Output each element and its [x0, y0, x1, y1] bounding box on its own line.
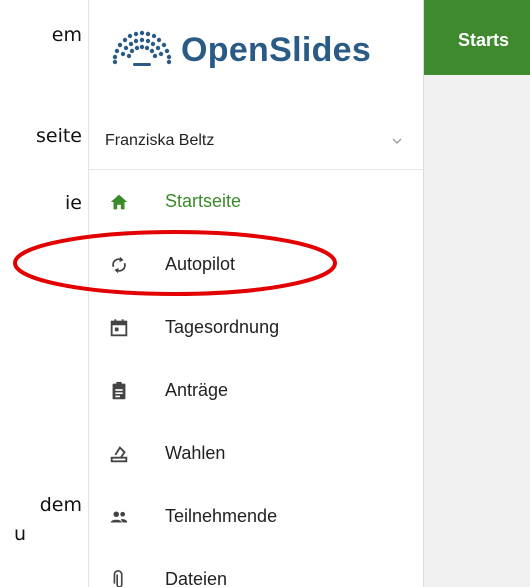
nav-item-teilnehmende[interactable]: Teilnehmende: [89, 485, 425, 548]
sync-icon: [107, 253, 131, 277]
nav-item-label: Wahlen: [165, 443, 226, 463]
nav-item-tagesordnung[interactable]: Tagesordnung: [89, 296, 425, 359]
top-bar: Starts: [424, 0, 530, 75]
home-icon: [107, 190, 131, 214]
app-logo[interactable]: OpenSlides: [89, 0, 425, 100]
nav-item-dateien[interactable]: Dateien: [89, 548, 425, 587]
nav-item-wahlen[interactable]: Wahlen: [89, 422, 425, 485]
nav-item-label: Autopilot: [165, 254, 236, 274]
doc-line: em: [51, 24, 82, 46]
nav-item-label: Anträge: [165, 380, 229, 400]
nav-item-label: Dateien: [165, 569, 228, 587]
doc-line: dem: [39, 494, 82, 516]
nav-item-label: Tagesordnung: [165, 317, 280, 337]
nav-item-autopilot[interactable]: Autopilot: [89, 233, 425, 296]
brand-name: OpenSlides: [181, 30, 372, 69]
nav-item-label: Teilnehmende: [165, 506, 278, 526]
main-navigation: Startseite Autopilot Tagesordnung Anträg…: [89, 170, 425, 587]
clipboard-icon: [107, 379, 131, 403]
doc-line: seite: [35, 125, 82, 147]
nav-item-label: Startseite: [165, 191, 242, 211]
nav-item-startseite[interactable]: Startseite: [89, 170, 425, 233]
paperclip-icon: [107, 568, 131, 587]
page-title: Starts: [458, 30, 510, 50]
document-text-fragment: em seite ie dem u: [0, 0, 88, 587]
calendar-icon: [107, 316, 131, 340]
doc-line: u: [14, 523, 27, 545]
user-menu[interactable]: Franziska Beltz: [89, 113, 425, 170]
main-content: [424, 75, 530, 587]
parliament-logo-icon: [112, 30, 172, 66]
nav-item-antraege[interactable]: Anträge: [89, 359, 425, 422]
ballot-icon: [107, 442, 131, 466]
doc-line: ie: [65, 192, 82, 214]
sidebar: OpenSlides Franziska Beltz Startseite Au…: [88, 0, 425, 587]
people-icon: [107, 505, 131, 529]
user-name: Franziska Beltz: [105, 132, 215, 149]
chevron-down-icon: [392, 138, 402, 144]
